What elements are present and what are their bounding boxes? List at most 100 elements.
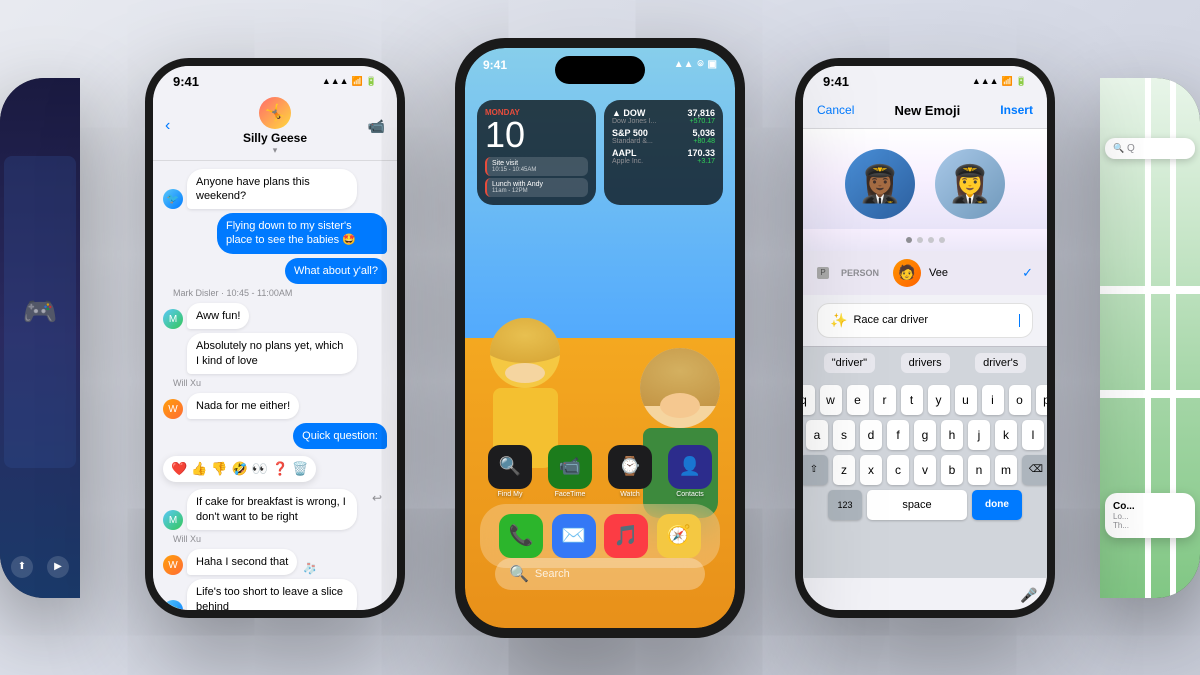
facetime-icon-wrap[interactable]: 📹 FaceTime (548, 445, 592, 498)
dot-3 (928, 237, 934, 243)
key-f[interactable]: f (887, 420, 909, 450)
edit-icon[interactable]: ↩ (372, 491, 382, 505)
dot-1 (906, 237, 912, 243)
key-h[interactable]: h (941, 420, 963, 450)
wifi-icon: ⌾ (698, 59, 704, 70)
emoji-preview-area: 👩🏾‍✈️ 👩‍✈️ (803, 129, 1047, 229)
battery-icon: ▣ (708, 59, 717, 70)
key-p[interactable]: p (1036, 385, 1048, 415)
message-bubble: Absolutely no plans yet, which I kind of… (187, 333, 357, 374)
message-row: M Aww fun! (163, 303, 387, 329)
emoji-input-text[interactable]: Race car driver (853, 314, 1012, 326)
avatar: M (163, 510, 183, 530)
home-search-bar[interactable]: 🔍 Search (495, 558, 705, 590)
key-o[interactable]: o (1009, 385, 1031, 415)
dynamic-island (555, 56, 645, 84)
messages-status-bar: 9:41 ▲▲▲ 📶 🔋 (153, 66, 397, 93)
key-a[interactable]: a (806, 420, 828, 450)
status-icons: ▲▲▲ 📶 🔋 (322, 76, 377, 87)
mail-app-icon[interactable]: ✉️ (552, 514, 596, 558)
suggestion-3[interactable]: driver's (975, 353, 1026, 373)
compass-app-icon[interactable]: 🧭 (657, 514, 701, 558)
find-my-icon[interactable]: 🔍 (488, 445, 532, 489)
back-button[interactable]: ‹ (165, 117, 170, 135)
key-x[interactable]: x (860, 455, 882, 485)
stocks-widget[interactable]: ▲ DOW 37,816 Dow Jones I... +570.17 S&P … (604, 100, 723, 205)
message-row: W Haha I second that 🧦 (163, 549, 387, 575)
new-emoji-nav: Cancel New Emoji Insert (803, 93, 1047, 129)
emoji-status-bar: 9:41 ▲▲▲ 📶 🔋 (803, 66, 1047, 93)
phone-app-icon[interactable]: 📞 (499, 514, 543, 558)
key-w[interactable]: w (820, 385, 842, 415)
tapback-trash[interactable]: 🗑️ (292, 461, 308, 477)
insert-button[interactable]: Insert (1000, 103, 1033, 117)
mic-button[interactable]: 🎤 (1015, 582, 1043, 610)
cancel-button[interactable]: Cancel (817, 103, 854, 117)
done-key[interactable]: done (972, 490, 1022, 520)
widgets-area: MONDAY 10 Site visit 10:15 - 10:45AM Lun… (477, 100, 723, 205)
watch-icon-wrap[interactable]: ⌚ Watch (608, 445, 652, 498)
key-m[interactable]: m (995, 455, 1017, 485)
search-icon: 🔍 (1113, 143, 1124, 153)
suggestion-2[interactable]: drivers (901, 353, 950, 373)
status-time: 9:41 (823, 74, 849, 89)
sender-label: Mark Disler · 10:45 - 11:00AM (173, 288, 387, 298)
calendar-widget[interactable]: MONDAY 10 Site visit 10:15 - 10:45AM Lun… (477, 100, 596, 205)
emoji-avatar-2[interactable]: 👩‍✈️ (935, 149, 1005, 219)
key-z[interactable]: z (833, 455, 855, 485)
key-l[interactable]: l (1022, 420, 1044, 450)
music-app-icon[interactable]: 🎵 (604, 514, 648, 558)
watch-label: Watch (608, 491, 652, 498)
message-row: W Nada for me either! (163, 393, 387, 419)
key-u[interactable]: u (955, 385, 977, 415)
key-v[interactable]: v (914, 455, 936, 485)
maps-search-bar[interactable]: 🔍 Q (1105, 138, 1195, 159)
message-bubble: Life's too short to leave a slice behind (187, 579, 357, 609)
key-i[interactable]: i (982, 385, 1004, 415)
find-my-icon-wrap[interactable]: 🔍 Find My (488, 445, 532, 498)
tapback-heart[interactable]: ❤️ (171, 461, 187, 477)
backspace-key[interactable]: ⌫ (1022, 455, 1047, 485)
key-r[interactable]: r (874, 385, 896, 415)
key-q[interactable]: q (803, 385, 815, 415)
facetime-label: FaceTime (548, 491, 592, 498)
watch-icon[interactable]: ⌚ (608, 445, 652, 489)
new-emoji-title: New Emoji (894, 103, 960, 118)
space-key[interactable]: space (867, 490, 967, 520)
emoji-text-input[interactable]: ✨ Race car driver (817, 303, 1033, 338)
tapback-thumbup[interactable]: 👍 (191, 461, 207, 477)
contacts-icon-wrap[interactable]: 👤 Contacts (668, 445, 712, 498)
key-g[interactable]: g (914, 420, 936, 450)
emoji-avatar-1[interactable]: 👩🏾‍✈️ (845, 149, 915, 219)
message-row: 🐦 Life's too short to leave a slice behi… (163, 579, 387, 609)
key-t[interactable]: t (901, 385, 923, 415)
messages-phone: 9:41 ▲▲▲ 📶 🔋 ‹ 🤸 Silly Geese ▾ 📹 🐦 (145, 58, 405, 618)
key-c[interactable]: c (887, 455, 909, 485)
message-row: What about y'all? (163, 258, 387, 284)
key-n[interactable]: n (968, 455, 990, 485)
shift-key[interactable]: ⇧ (803, 455, 828, 485)
message-row: 🐦 Anyone have plans this weekend? (163, 169, 387, 210)
key-e[interactable]: e (847, 385, 869, 415)
key-y[interactable]: y (928, 385, 950, 415)
tapback-eyes[interactable]: 👀 (252, 461, 268, 477)
key-k[interactable]: k (995, 420, 1017, 450)
tapback-row[interactable]: ❤️ 👍 👎 🤣 👀 ❓ 🗑️ (163, 456, 316, 482)
contacts-icon[interactable]: 👤 (668, 445, 712, 489)
tapback-laugh[interactable]: 🤣 (232, 461, 248, 477)
key-b[interactable]: b (941, 455, 963, 485)
suggestion-1[interactable]: "driver" (824, 353, 875, 373)
app-icons-row: 🔍 Find My 📹 FaceTime ⌚ Watch 👤 Contacts (480, 445, 720, 498)
facetime-icon[interactable]: 📹 (548, 445, 592, 489)
key-d[interactable]: d (860, 420, 882, 450)
tapback-thumbdown[interactable]: 👎 (211, 461, 227, 477)
search-icon: 🔍 (509, 564, 529, 584)
person-check-icon[interactable]: ✓ (1022, 265, 1033, 281)
numbers-key[interactable]: 123 (828, 490, 862, 520)
video-call-button[interactable]: 📹 (368, 118, 385, 135)
key-j[interactable]: j (968, 420, 990, 450)
battery-icon: 🔋 (366, 76, 377, 87)
key-s[interactable]: s (833, 420, 855, 450)
tapback-question[interactable]: ❓ (272, 461, 288, 477)
location-sub: Lo... (1113, 512, 1187, 521)
